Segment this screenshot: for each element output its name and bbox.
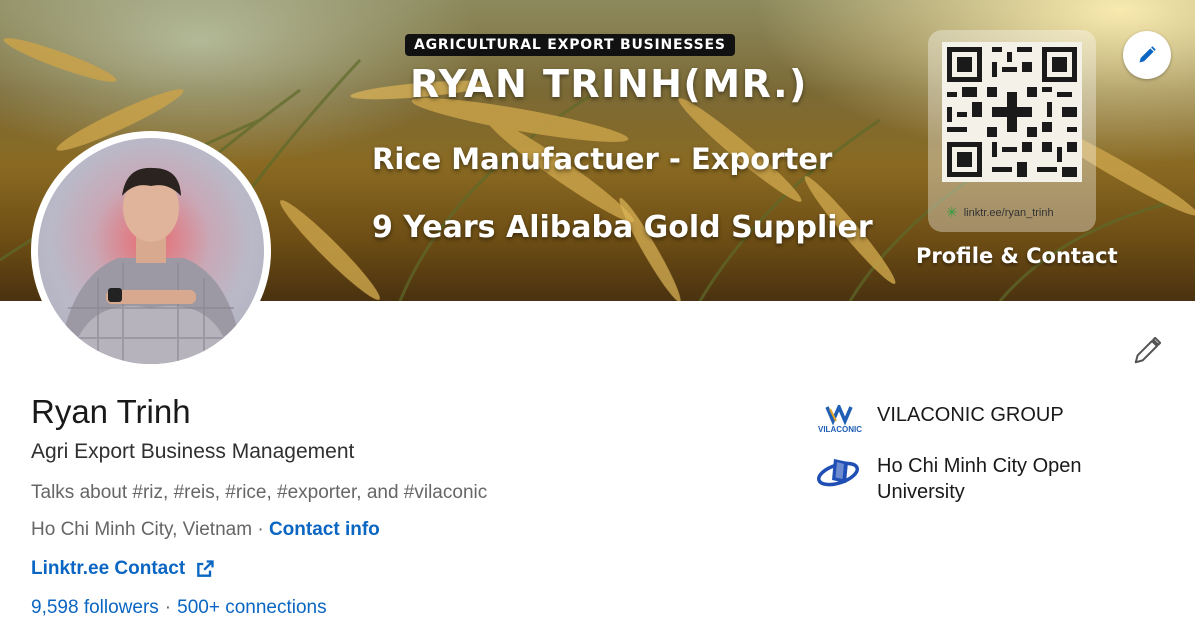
connections-link[interactable]: 500+ connections xyxy=(177,597,326,618)
external-link-icon xyxy=(195,559,215,579)
qr-card: ✳ linktr.ee/ryan_trinh xyxy=(928,30,1096,232)
university-logo xyxy=(816,453,864,489)
linktree-icon: ✳ xyxy=(946,204,958,220)
vilaconic-logo-text: VILACONIC xyxy=(818,425,862,434)
banner-tag: AGRICULTURAL EXPORT BUSINESSES xyxy=(405,34,735,56)
qr-link-label: linktr.ee/ryan_trinh xyxy=(963,207,1054,219)
website-label: Linktr.ee Contact xyxy=(31,558,186,579)
followers-link[interactable]: 9,598 followers xyxy=(31,597,159,618)
qr-code-image xyxy=(942,42,1082,182)
org-company[interactable]: VILACONIC VILACONIC GROUP xyxy=(816,402,1127,438)
banner-title: RYAN TRINH(MR.) xyxy=(410,62,808,106)
vilaconic-logo: VILACONIC xyxy=(816,402,864,438)
location-row: Ho Chi Minh City, Vietnam · Contact info xyxy=(31,519,380,541)
org-company-name: VILACONIC GROUP xyxy=(877,404,1064,426)
location-separator: · xyxy=(252,519,269,540)
org-education[interactable]: Ho Chi Minh City Open University xyxy=(816,453,1127,505)
banner-subtitle-2: 9 Years Alibaba Gold Supplier xyxy=(372,210,873,245)
pencil-icon xyxy=(1139,46,1156,63)
profile-name: Ryan Trinh xyxy=(31,393,191,430)
org-education-name: Ho Chi Minh City Open University xyxy=(877,455,1082,503)
profile-photo[interactable] xyxy=(31,131,271,371)
edit-banner-button[interactable] xyxy=(1123,31,1171,79)
person-photo xyxy=(58,167,244,364)
edit-intro-button[interactable] xyxy=(1127,331,1167,371)
avatar xyxy=(38,138,264,364)
profile-headline: Agri Export Business Management xyxy=(31,440,355,463)
qr-link-text: ✳ linktr.ee/ryan_trinh xyxy=(946,204,1054,221)
qr-caption: Profile & Contact xyxy=(916,244,1118,268)
banner-subtitle-1: Rice Manufactuer - Exporter xyxy=(372,142,833,176)
network-stats: 9,598 followers · 500+ connections xyxy=(31,597,327,619)
contact-info-link[interactable]: Contact info xyxy=(269,519,380,540)
location-text: Ho Chi Minh City, Vietnam xyxy=(31,519,253,540)
website-link[interactable]: Linktr.ee Contact xyxy=(31,558,215,580)
pencil-icon xyxy=(1134,336,1162,364)
talks-about: Talks about #riz, #reis, #rice, #exporte… xyxy=(31,482,488,503)
stats-separator: · xyxy=(164,597,172,618)
